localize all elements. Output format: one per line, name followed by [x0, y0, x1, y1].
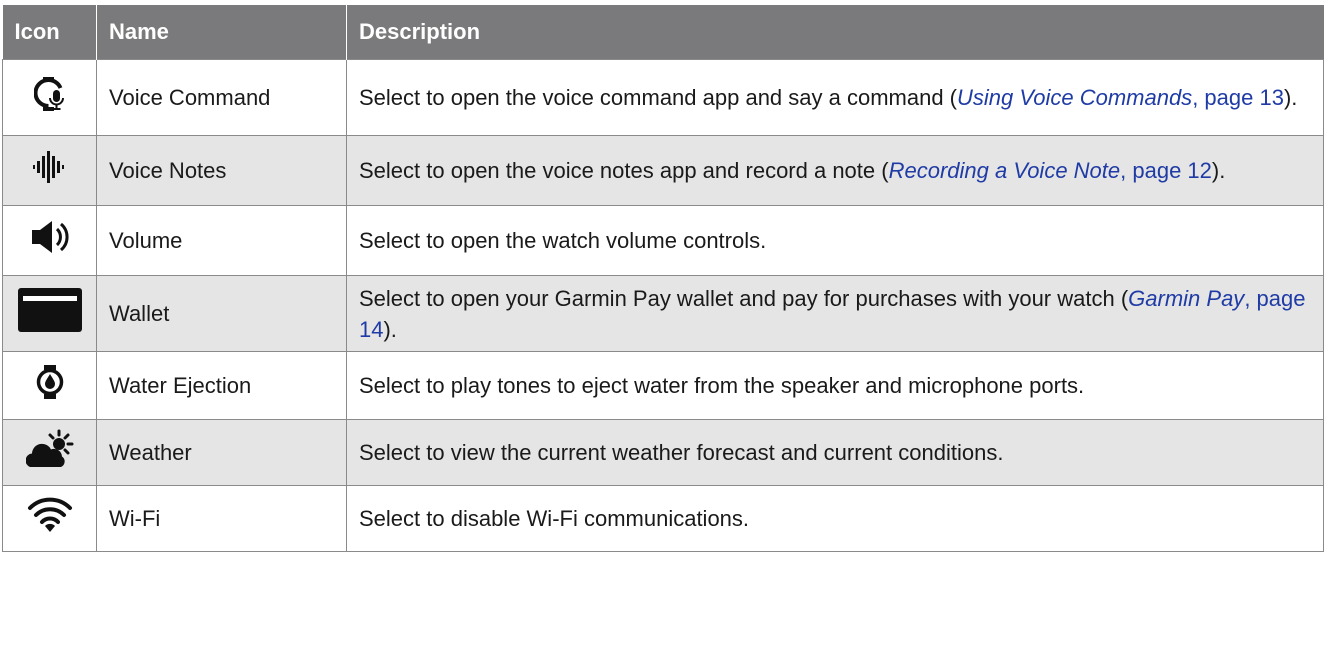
- row-description: Select to view the current weather forec…: [346, 419, 1324, 486]
- watch-microphone-icon: [33, 75, 66, 121]
- icon-reference-table: Icon Name Description Voice Command Sele…: [2, 5, 1324, 552]
- row-name: Wi-Fi: [96, 485, 347, 552]
- table-row: Weather Select to view the current weath…: [2, 419, 1324, 486]
- row-description: Select to disable Wi-Fi communications.: [346, 485, 1324, 552]
- watch-water-drop-icon: [35, 363, 65, 409]
- table-header-row: Icon Name Description: [2, 5, 1324, 60]
- row-name: Voice Command: [96, 59, 347, 136]
- row-description: Select to open the watch volume controls…: [346, 205, 1324, 276]
- wallet-card-icon: [17, 287, 83, 341]
- table-row: Voice Notes Select to open the voice not…: [2, 135, 1324, 206]
- weather-cloud-sun-icon: [25, 429, 74, 477]
- row-name: Wallet: [96, 275, 347, 352]
- row-description: Select to open the voice command app and…: [346, 59, 1324, 136]
- table-row: Wallet Select to open your Garmin Pay wa…: [2, 275, 1324, 352]
- cross-reference-link[interactable]: Recording a Voice Note, page 12: [889, 158, 1212, 183]
- table-row: Water Ejection Select to play tones to e…: [2, 351, 1324, 420]
- row-description: Select to open the voice notes app and r…: [346, 135, 1324, 206]
- speaker-volume-icon: [30, 219, 70, 263]
- table-row: Volume Select to open the watch volume c…: [2, 205, 1324, 276]
- row-description: Select to play tones to eject water from…: [346, 351, 1324, 420]
- row-name: Voice Notes: [96, 135, 347, 206]
- sound-wave-icon: [32, 150, 68, 192]
- row-name: Water Ejection: [96, 351, 347, 420]
- header-description: Description: [346, 5, 1324, 60]
- header-icon: Icon: [2, 5, 97, 60]
- table-row: Wi-Fi Select to disable Wi-Fi communicat…: [2, 485, 1324, 552]
- wifi-icon: [27, 496, 73, 542]
- row-description: Select to open your Garmin Pay wallet an…: [346, 275, 1324, 352]
- row-name: Weather: [96, 419, 347, 486]
- table-row: Voice Command Select to open the voice c…: [2, 59, 1324, 136]
- header-name: Name: [96, 5, 347, 60]
- cross-reference-link[interactable]: Using Voice Commands, page 13: [957, 85, 1284, 110]
- row-name: Volume: [96, 205, 347, 276]
